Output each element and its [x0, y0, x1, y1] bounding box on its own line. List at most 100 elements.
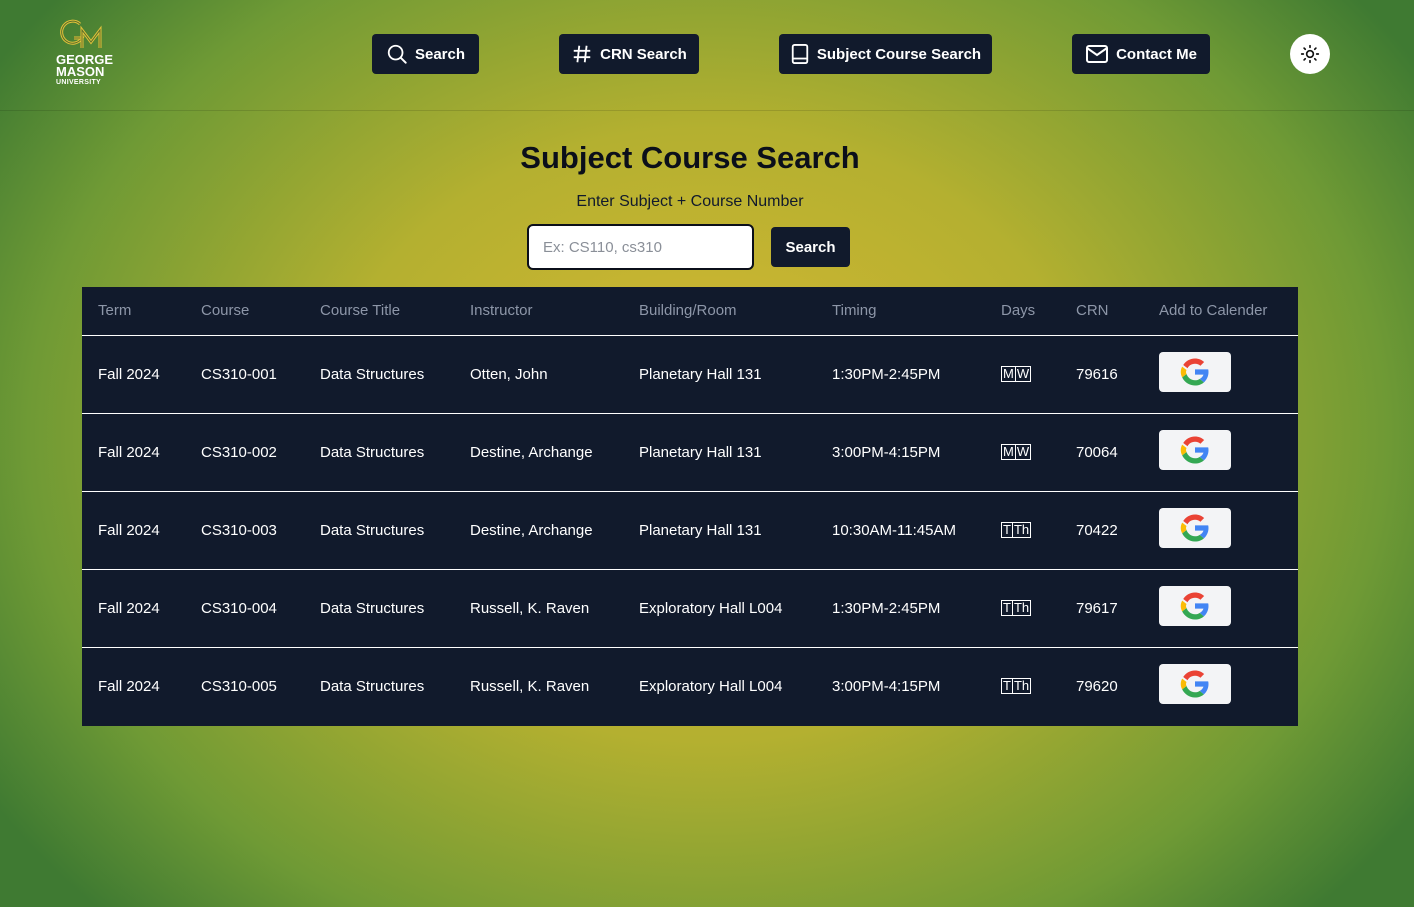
cell-course: CS310-005 [201, 678, 277, 695]
day-badge: Th [1012, 522, 1032, 538]
gm-monogram-icon [60, 19, 102, 48]
nav-search-button[interactable]: Search [372, 34, 479, 74]
header-course-title: Course Title [320, 302, 401, 319]
google-g-icon [1180, 358, 1210, 386]
cell-course: CS310-002 [201, 444, 277, 461]
cell-instructor: Destine, Archange [470, 522, 593, 539]
nav-search-label: Search [414, 45, 466, 63]
cell-term: Fall 2024 [98, 600, 160, 617]
header-crn: CRN [1076, 302, 1109, 319]
day-badge: T [1001, 678, 1013, 694]
google-g-icon [1180, 592, 1210, 620]
logo-wordmark: GEORGE MASON UNIVERSITY [56, 53, 113, 87]
nav-contact-button[interactable]: Contact Me [1072, 34, 1210, 74]
logo-line-3: UNIVERSITY [56, 79, 102, 86]
cell-days: MW [1001, 366, 1032, 382]
table-row: Fall 2024 CS310-003 Data Structures Destine… [82, 492, 1298, 570]
add-to-google-calendar-button[interactable] [1159, 586, 1231, 626]
hash-icon [573, 45, 591, 63]
theme-toggle-button[interactable] [1290, 34, 1330, 74]
sun-icon [1300, 44, 1320, 64]
cell-term: Fall 2024 [98, 522, 160, 539]
cell-course-title: Data Structures [320, 444, 425, 461]
add-to-google-calendar-button[interactable] [1159, 664, 1231, 704]
book-icon [791, 44, 809, 64]
cell-instructor: Russell, K. Raven [470, 678, 590, 695]
search-submit-button[interactable]: Search [771, 227, 850, 267]
day-badge: M [1001, 444, 1016, 460]
add-to-google-calendar-button[interactable] [1159, 352, 1231, 392]
search-icon [387, 44, 407, 64]
nav-subject-course-search-label: Subject Course Search [816, 45, 982, 63]
cell-days: T Th [1001, 678, 1032, 694]
cell-days: T Th [1001, 522, 1032, 538]
cell-timing: 1:30PM-2:45PM [832, 600, 941, 617]
table-row: Fall 2024 CS310-004 Data Structures Russell… [82, 570, 1298, 648]
day-badge: W [1015, 366, 1032, 382]
table-row: Fall 2024 CS310-001 Data Structures Otten, … [82, 336, 1298, 414]
subject-course-input[interactable] [527, 224, 754, 270]
cell-building-room: Planetary Hall 131 [639, 444, 762, 461]
header-add-to-calendar: Add to Calender [1159, 302, 1268, 319]
day-badge: T [1001, 600, 1013, 616]
google-g-icon [1180, 436, 1210, 464]
cell-building-room: Planetary Hall 131 [639, 522, 762, 539]
google-g-icon [1180, 514, 1210, 542]
cell-timing: 1:30PM-2:45PM [832, 366, 941, 383]
cell-timing: 3:00PM-4:15PM [832, 678, 941, 695]
header-term: Term [98, 302, 132, 319]
table-body: Fall 2024 CS310-001 Data Structures Otten, … [82, 336, 1298, 726]
cell-instructor: Otten, John [470, 366, 548, 383]
header-course: Course [201, 302, 250, 319]
cell-course-title: Data Structures [320, 522, 425, 539]
cell-course-title: Data Structures [320, 678, 425, 695]
header-days: Days [1001, 302, 1036, 319]
day-badge: M [1001, 366, 1016, 382]
google-g-icon [1180, 670, 1210, 698]
cell-building-room: Planetary Hall 131 [639, 366, 762, 383]
gmu-logo[interactable]: GEORGE MASON UNIVERSITY [56, 18, 118, 90]
cell-days: T Th [1001, 600, 1032, 616]
cell-crn: 70422 [1076, 522, 1118, 539]
cell-term: Fall 2024 [98, 366, 160, 383]
day-badge: T [1001, 522, 1013, 538]
cell-timing: 3:00PM-4:15PM [832, 444, 941, 461]
cell-course: CS310-001 [201, 366, 277, 383]
cell-course-title: Data Structures [320, 600, 425, 617]
nav-crn-search-button[interactable]: CRN Search [559, 34, 699, 74]
cell-building-room: Exploratory Hall L004 [639, 678, 783, 695]
envelope-icon [1086, 45, 1109, 63]
header-instructor: Instructor [470, 302, 533, 319]
day-badge: W [1015, 444, 1032, 460]
table-row: Fall 2024 CS310-002 Data Structures Destine… [82, 414, 1298, 492]
cell-crn: 79620 [1076, 678, 1118, 695]
cell-crn: 70064 [1076, 444, 1118, 461]
cell-term: Fall 2024 [98, 444, 160, 461]
cell-instructor: Russell, K. Raven [470, 600, 590, 617]
cell-days: MW [1001, 444, 1032, 460]
results-table: Term Course Course Title Instructor Buil… [82, 287, 1298, 726]
logo-line-2: MASON [56, 64, 105, 79]
top-navbar: GEORGE MASON UNIVERSITY Search CRN Searc… [0, 0, 1414, 111]
header-timing: Timing [832, 302, 877, 319]
cell-course: CS310-003 [201, 522, 277, 539]
nav-subject-course-search-button[interactable]: Subject Course Search [779, 34, 992, 74]
table-row: Fall 2024 CS310-005 Data Structures Russell… [82, 648, 1298, 726]
nav-contact-label: Contact Me [1116, 45, 1197, 63]
cell-crn: 79617 [1076, 600, 1118, 617]
table-header-row: Term Course Course Title Instructor Buil… [82, 287, 1298, 336]
page-title: Subject Course Search [520, 140, 860, 175]
cell-timing: 10:30AM-11:45AM [832, 522, 956, 539]
add-to-google-calendar-button[interactable] [1159, 508, 1231, 548]
cell-course-title: Data Structures [320, 366, 425, 383]
day-badge: Th [1012, 678, 1032, 694]
cell-crn: 79616 [1076, 366, 1118, 383]
day-badge: Th [1012, 600, 1032, 616]
header-building-room: Building/Room [639, 302, 737, 319]
cell-building-room: Exploratory Hall L004 [639, 600, 783, 617]
add-to-google-calendar-button[interactable] [1159, 430, 1231, 470]
cell-course: CS310-004 [201, 600, 277, 617]
page-subtitle: Enter Subject + Course Number [576, 193, 804, 210]
cell-term: Fall 2024 [98, 678, 160, 695]
cell-instructor: Destine, Archange [470, 444, 593, 461]
